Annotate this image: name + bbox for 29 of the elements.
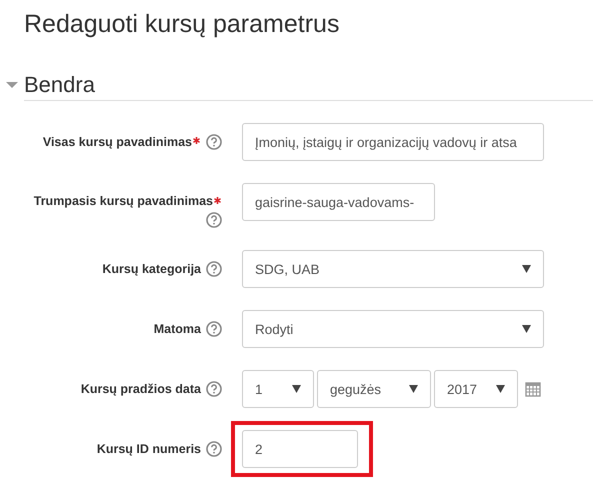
help-icon[interactable] xyxy=(206,381,222,397)
field-label: Kursų pradžios data xyxy=(80,382,201,396)
dropdown-field[interactable]: Rodyti xyxy=(242,310,544,348)
text-field[interactable]: gaisrine-sauga-vadovams- xyxy=(242,183,435,221)
dropdown-field[interactable]: gegužės xyxy=(317,370,431,408)
field-label: Matoma xyxy=(154,322,201,336)
dropdown-arrow-icon xyxy=(496,385,505,393)
caret-icon[interactable] xyxy=(6,81,18,89)
dropdown-arrow-icon xyxy=(292,385,301,393)
field-label: Kursų ID numeris xyxy=(96,442,201,456)
section-title[interactable]: Bendra xyxy=(24,72,95,98)
help-icon[interactable] xyxy=(206,261,222,277)
help-icon[interactable] xyxy=(206,134,222,150)
dropdown-field[interactable]: 2017 xyxy=(434,370,518,408)
text-field[interactable]: Įmonių, įstaigų ir organizacijų vadovų ir atsa xyxy=(242,123,544,161)
dropdown-field[interactable]: SDG, UAB xyxy=(242,250,544,288)
field-label: Kursų kategorija xyxy=(102,262,201,276)
field-label: Trumpasis kursų pavadinimas xyxy=(34,194,213,208)
help-icon[interactable] xyxy=(206,212,222,228)
calendar-icon[interactable] xyxy=(525,381,541,397)
dropdown-arrow-icon xyxy=(409,385,418,393)
dropdown-arrow-icon xyxy=(522,325,531,333)
dropdown-field[interactable]: 1 xyxy=(242,370,314,408)
text-field[interactable]: 2 xyxy=(242,430,358,468)
help-icon[interactable] xyxy=(206,321,222,337)
dropdown-arrow-icon xyxy=(522,265,531,273)
help-icon[interactable] xyxy=(206,441,222,457)
page-title: Redaguoti kursų parametrus xyxy=(24,9,340,40)
field-label: Visas kursų pavadinimas xyxy=(42,135,192,149)
